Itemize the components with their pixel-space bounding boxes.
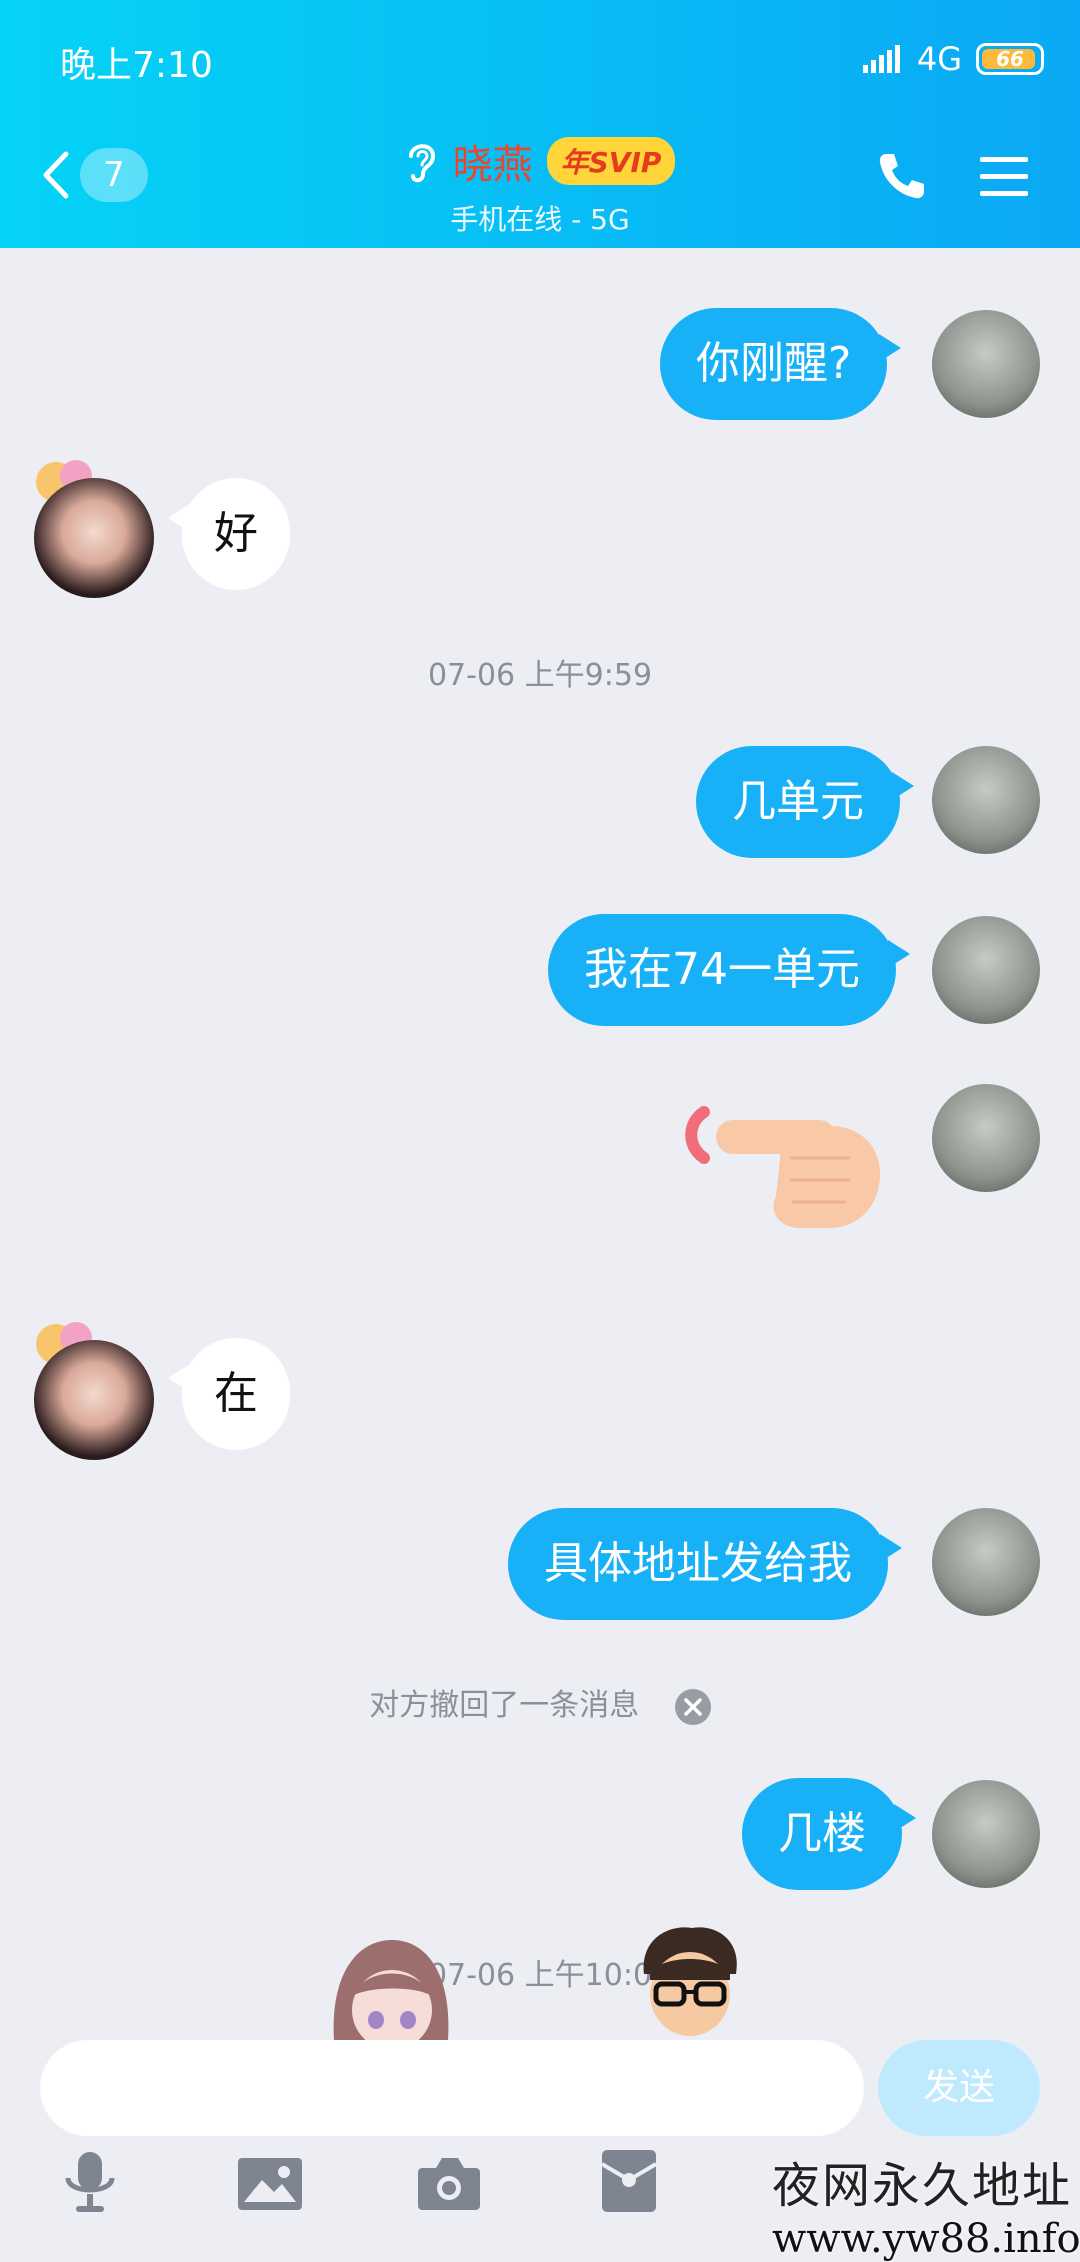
- battery-level: 66: [996, 47, 1024, 71]
- watermark-title: 夜网永久地址: [772, 2158, 1073, 2214]
- camera-icon[interactable]: [418, 2156, 480, 2210]
- recall-notice-text: 对方撤回了一条消息: [369, 1688, 640, 1723]
- network-type: 4G: [916, 40, 962, 78]
- my-avatar[interactable]: [932, 310, 1040, 418]
- ear-icon[interactable]: [405, 138, 439, 184]
- menu-icon[interactable]: [978, 154, 1030, 200]
- my-avatar[interactable]: [932, 916, 1040, 1024]
- red-packet-icon[interactable]: [602, 2150, 656, 2212]
- outgoing-message[interactable]: 你刚醒?: [660, 308, 902, 420]
- recall-notice: 对方撤回了一条消息: [0, 1680, 1080, 1725]
- online-status: 手机在线 - 5G: [450, 203, 630, 236]
- outgoing-message[interactable]: 几楼: [742, 1778, 916, 1890]
- close-circle-icon[interactable]: [674, 1688, 711, 1725]
- signal-icon: [862, 45, 900, 73]
- my-avatar[interactable]: [932, 746, 1040, 854]
- message-timestamp: 07-06 上午9:59: [427, 658, 653, 693]
- contact-avatar[interactable]: [34, 478, 154, 598]
- battery-icon: 66: [976, 43, 1044, 75]
- my-avatar[interactable]: [932, 1084, 1040, 1192]
- outgoing-message[interactable]: 具体地址发给我: [508, 1508, 902, 1620]
- incoming-message[interactable]: 好: [168, 478, 290, 590]
- image-icon[interactable]: [238, 2158, 302, 2210]
- poke-hand-sticker[interactable]: [680, 1100, 890, 1236]
- status-icons: 4G 66: [862, 40, 1044, 78]
- incoming-message[interactable]: 在: [168, 1338, 290, 1450]
- phone-call-icon[interactable]: [876, 150, 928, 202]
- watermark: 夜网永久地址 www.yw88.info: [772, 2146, 1080, 2262]
- outgoing-message[interactable]: 几单元: [696, 746, 914, 858]
- send-button[interactable]: 发送: [878, 2040, 1040, 2136]
- svip-badge: 年SVIP: [546, 137, 676, 185]
- my-avatar[interactable]: [932, 1780, 1040, 1888]
- my-avatar[interactable]: [932, 1508, 1040, 1616]
- contact-name[interactable]: 晓燕: [453, 132, 533, 190]
- message-timestamp: 07-06 上午10:0: [427, 1958, 653, 1993]
- chat-header: 晚上7:10 4G 66 7 晓燕 年SVIP 手机在线 - 5G: [0, 0, 1080, 248]
- contact-avatar[interactable]: [34, 1340, 154, 1460]
- anime-girl-character: [333, 1940, 449, 2040]
- watermark-url: www.yw88.info: [772, 2216, 1080, 2262]
- status-time: 晚上7:10: [60, 45, 213, 86]
- message-input[interactable]: [40, 2040, 864, 2136]
- cartoon-man-character: [643, 1927, 737, 2036]
- outgoing-message[interactable]: 我在74一单元: [548, 914, 910, 1026]
- microphone-icon[interactable]: [62, 2150, 118, 2214]
